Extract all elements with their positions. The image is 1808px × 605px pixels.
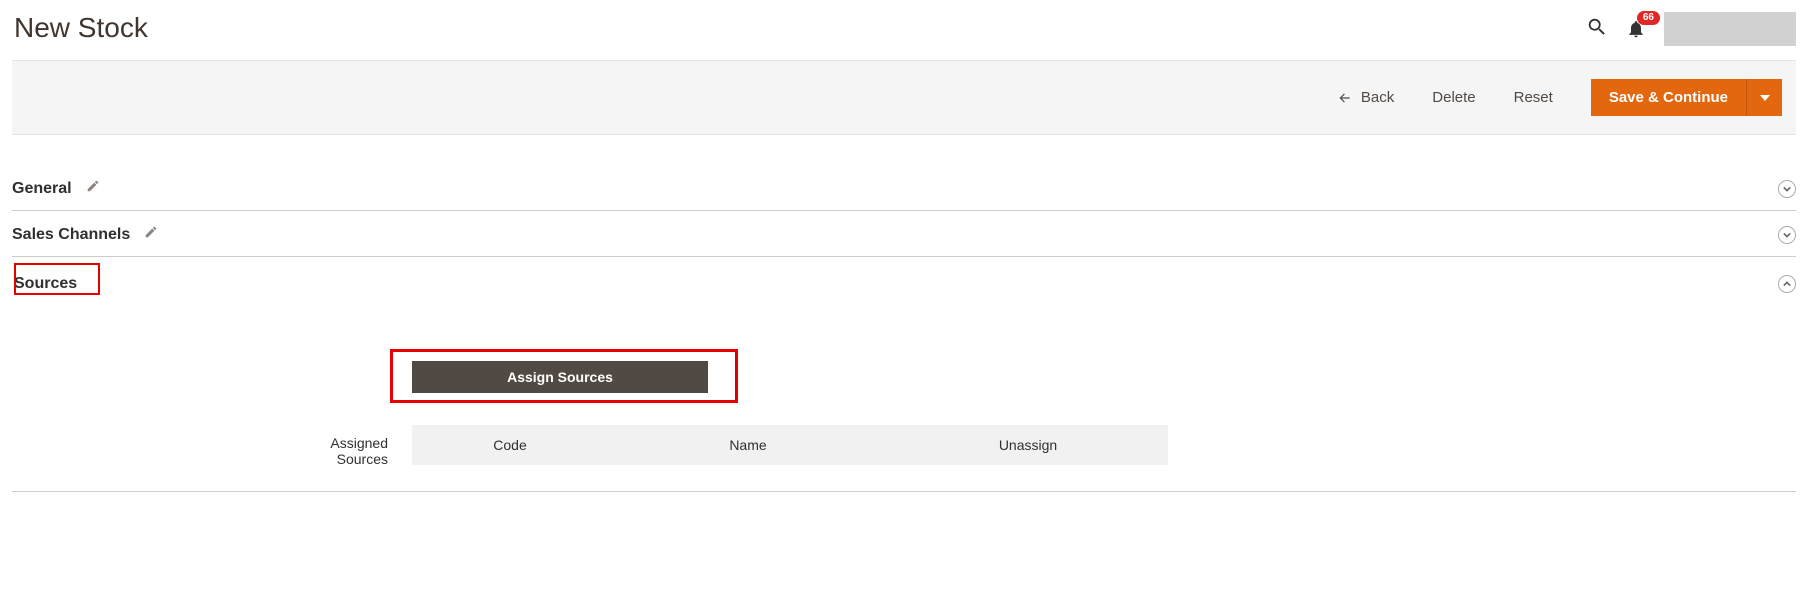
save-continue-dropdown[interactable]	[1746, 79, 1782, 116]
action-bar: Back Delete Reset Save & Continue	[12, 60, 1796, 135]
section-sales-channels-title: Sales Channels	[12, 226, 130, 244]
notifications-button[interactable]: 66	[1626, 19, 1646, 39]
page-title: New Stock	[12, 12, 148, 44]
pencil-icon	[144, 225, 158, 244]
chevron-down-icon[interactable]	[1778, 226, 1796, 244]
column-header-name: Name	[608, 437, 888, 453]
arrow-left-icon	[1337, 91, 1353, 105]
section-sources[interactable]: Sources	[12, 257, 1796, 309]
notification-badge: 66	[1637, 11, 1660, 25]
back-button[interactable]: Back	[1337, 89, 1394, 106]
reset-button[interactable]: Reset	[1514, 89, 1553, 106]
delete-button[interactable]: Delete	[1432, 89, 1475, 106]
section-general-title: General	[12, 180, 72, 198]
assigned-sources-table: Code Name Unassign	[412, 425, 1168, 465]
section-sources-title: Sources	[14, 275, 77, 292]
section-sales-channels[interactable]: Sales Channels	[12, 211, 1796, 257]
search-icon[interactable]	[1586, 16, 1608, 43]
section-general[interactable]: General	[12, 165, 1796, 211]
assign-sources-button[interactable]: Assign Sources	[412, 361, 708, 393]
column-header-unassign: Unassign	[888, 437, 1168, 453]
caret-down-icon	[1760, 93, 1770, 103]
back-label: Back	[1361, 89, 1394, 106]
user-menu[interactable]	[1664, 12, 1796, 46]
pencil-icon	[86, 179, 100, 198]
sources-panel: Assign Sources Assigned Sources Code Nam…	[12, 309, 1796, 492]
column-header-code: Code	[412, 437, 608, 453]
chevron-up-icon[interactable]	[1778, 275, 1796, 293]
assigned-sources-label: Assigned Sources	[288, 425, 412, 467]
save-continue-button[interactable]: Save & Continue	[1591, 79, 1746, 116]
chevron-down-icon[interactable]	[1778, 180, 1796, 198]
